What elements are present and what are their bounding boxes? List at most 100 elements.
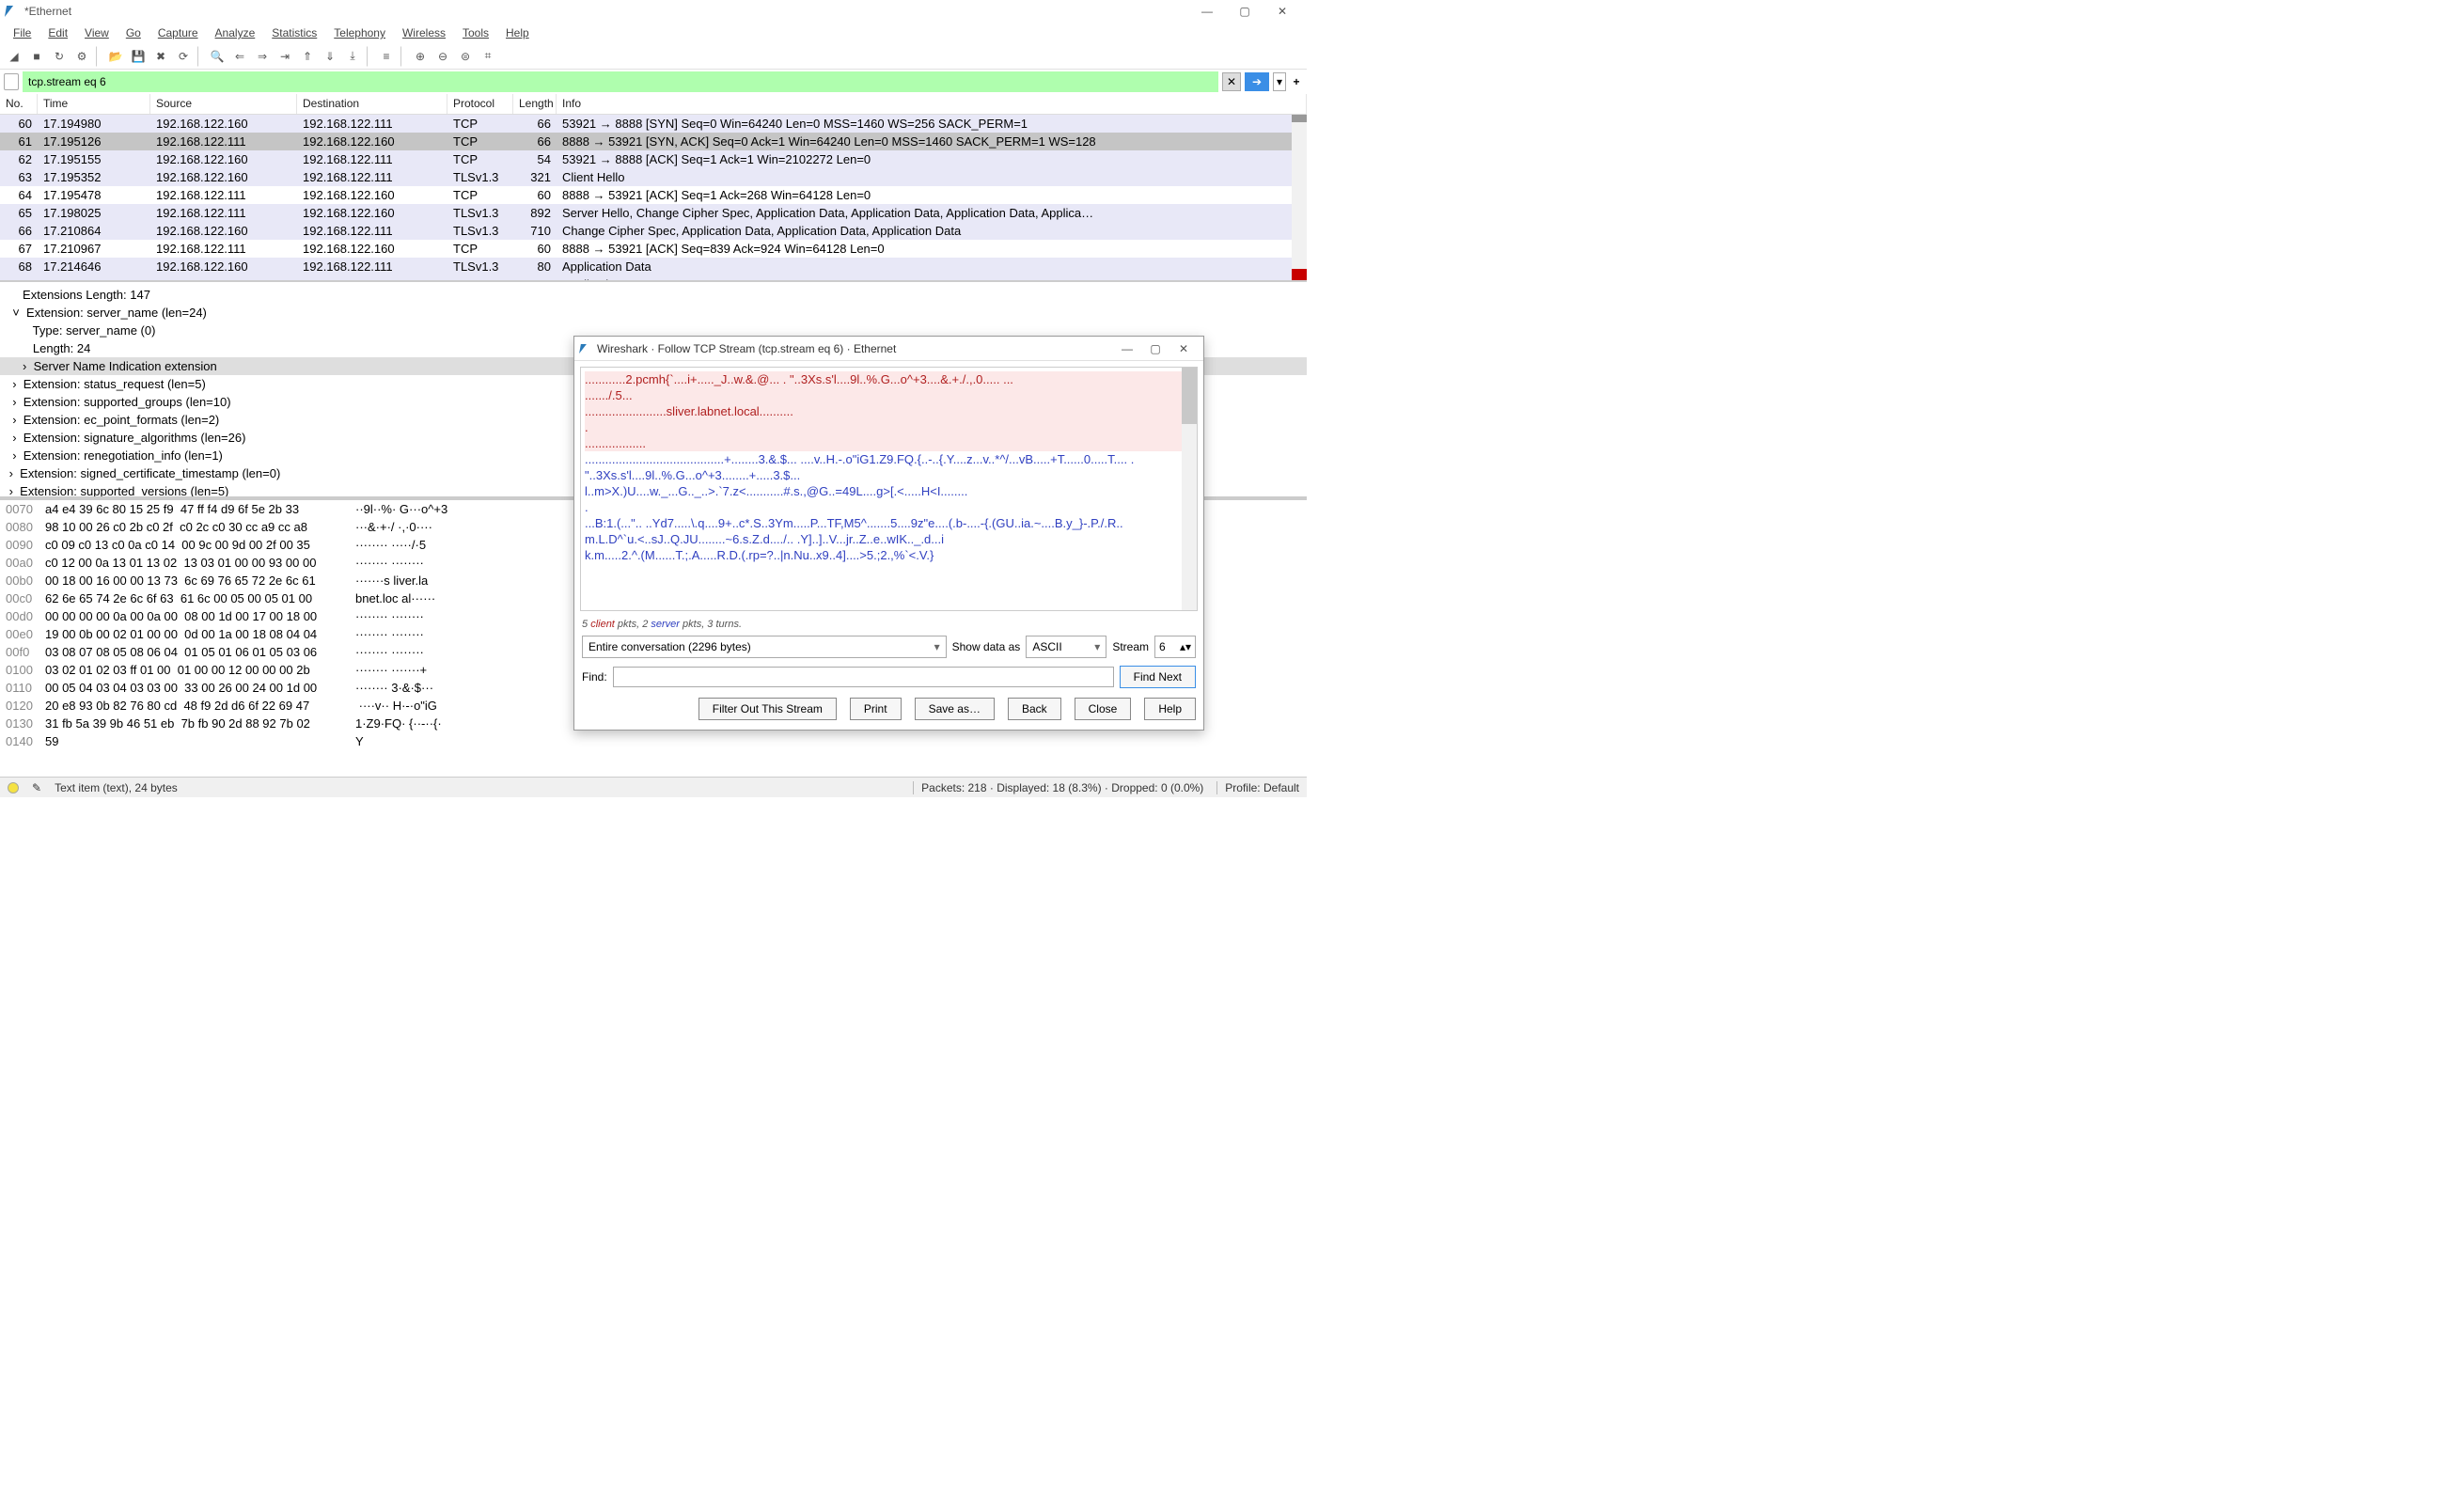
- server-data: .: [585, 499, 1193, 515]
- packet-row[interactable]: 6917.214663192.168.122.160192.168.122.11…: [0, 275, 1307, 280]
- go-first-icon[interactable]: ⇑: [297, 46, 318, 67]
- close-file-icon[interactable]: ✖: [150, 46, 171, 67]
- server-data: k.m.....2.^.(M......T.;.A.....R.D.(.rp=?…: [585, 547, 1193, 563]
- close-button[interactable]: ✕: [1263, 0, 1301, 23]
- menu-edit[interactable]: Edit: [40, 24, 75, 41]
- col-no[interactable]: No.: [0, 94, 38, 114]
- stream-number-spinner[interactable]: 6▴▾: [1154, 636, 1196, 658]
- col-length[interactable]: Length: [513, 94, 557, 114]
- follow-tcp-stream-dialog: Wireshark · Follow TCP Stream (tcp.strea…: [573, 336, 1204, 731]
- col-protocol[interactable]: Protocol: [447, 94, 513, 114]
- dialog-minimize-button[interactable]: —: [1113, 342, 1141, 355]
- stop-capture-icon[interactable]: ■: [26, 46, 47, 67]
- menu-go[interactable]: Go: [118, 24, 149, 41]
- menu-tools[interactable]: Tools: [455, 24, 496, 41]
- help-button[interactable]: Help: [1144, 698, 1196, 720]
- open-file-icon[interactable]: 📂: [105, 46, 126, 67]
- toolbar-separator: [367, 46, 372, 67]
- edit-icon[interactable]: ✎: [32, 781, 41, 794]
- filter-bookmark-icon[interactable]: [4, 73, 19, 90]
- restart-capture-icon[interactable]: ↻: [49, 46, 70, 67]
- server-data: ...B:1.(...".. ..Yd7.....\.q....9+..c*.S…: [585, 515, 1193, 531]
- packet-row[interactable]: 6317.195352192.168.122.160192.168.122.11…: [0, 168, 1307, 186]
- close-dialog-button[interactable]: Close: [1075, 698, 1132, 720]
- go-last-icon[interactable]: ⇓: [320, 46, 340, 67]
- print-button[interactable]: Print: [850, 698, 902, 720]
- filter-out-button[interactable]: Filter Out This Stream: [698, 698, 837, 720]
- find-input[interactable]: [613, 667, 1114, 687]
- options-icon[interactable]: ⚙: [71, 46, 92, 67]
- hex-row[interactable]: 014059 Y: [0, 732, 1307, 750]
- menu-capture[interactable]: Capture: [150, 24, 206, 41]
- server-data: ........................................…: [585, 451, 1193, 483]
- title-bar: *Ethernet — ▢ ✕: [0, 0, 1307, 23]
- conversation-selector[interactable]: Entire conversation (2296 bytes)▾: [582, 636, 947, 658]
- col-destination[interactable]: Destination: [297, 94, 447, 114]
- packet-row[interactable]: 6117.195126192.168.122.111192.168.122.16…: [0, 133, 1307, 150]
- zoom-reset-icon[interactable]: ⊜: [455, 46, 476, 67]
- add-filter-button[interactable]: +: [1290, 72, 1303, 91]
- status-packets: Packets: 218 · Displayed: 18 (8.3%) · Dr…: [913, 781, 1203, 794]
- col-source[interactable]: Source: [150, 94, 297, 114]
- apply-filter-icon[interactable]: ➔: [1245, 72, 1269, 91]
- menu-help[interactable]: Help: [498, 24, 537, 41]
- packet-list-pane: No. Time Source Destination Protocol Len…: [0, 94, 1307, 282]
- reload-icon[interactable]: ⟳: [173, 46, 194, 67]
- go-to-icon[interactable]: ⇥: [275, 46, 295, 67]
- window-title: *Ethernet: [24, 5, 1188, 18]
- zoom-in-icon[interactable]: ⊕: [410, 46, 431, 67]
- auto-scroll-icon[interactable]: ⤓: [342, 46, 363, 67]
- minimize-button[interactable]: —: [1188, 0, 1226, 23]
- save-as-button[interactable]: Save as…: [915, 698, 995, 720]
- server-data: m.L.D^`u.<..sJ..Q.JU........~6.s.Z.d....…: [585, 531, 1193, 547]
- dialog-title: Wireshark · Follow TCP Stream (tcp.strea…: [597, 342, 1113, 355]
- filter-history-dropdown[interactable]: ▾: [1273, 72, 1286, 91]
- menu-view[interactable]: View: [77, 24, 117, 41]
- packet-row[interactable]: 6617.210864192.168.122.160192.168.122.11…: [0, 222, 1307, 240]
- stream-stats: 5 client pkts, 2 server pkts, 3 turns.: [574, 617, 1203, 632]
- clear-filter-icon[interactable]: ✕: [1222, 72, 1241, 91]
- menu-file[interactable]: File: [6, 24, 39, 41]
- find-icon[interactable]: 🔍: [207, 46, 228, 67]
- stream-scrollbar[interactable]: [1182, 368, 1197, 610]
- col-info[interactable]: Info: [557, 94, 1307, 114]
- start-capture-icon[interactable]: ◢: [4, 46, 24, 67]
- tree-item[interactable]: Extensions Length: 147: [0, 286, 1307, 304]
- client-data: ........................sliver.labnet.lo…: [585, 403, 1193, 419]
- stream-content[interactable]: ............2.pcmh{`....i+....._J..w.&.@…: [580, 367, 1198, 611]
- packet-row[interactable]: 6817.214646192.168.122.160192.168.122.11…: [0, 258, 1307, 275]
- menu-wireless[interactable]: Wireless: [395, 24, 453, 41]
- packet-list-scrollbar[interactable]: [1292, 115, 1307, 280]
- tree-item-server-name[interactable]: ˅ Extension: server_name (len=24): [0, 304, 1307, 322]
- go-forward-icon[interactable]: ⇒: [252, 46, 273, 67]
- go-back-icon[interactable]: ⇐: [229, 46, 250, 67]
- packet-row[interactable]: 6217.195155192.168.122.160192.168.122.11…: [0, 150, 1307, 168]
- packet-row[interactable]: 6017.194980192.168.122.160192.168.122.11…: [0, 115, 1307, 133]
- back-button[interactable]: Back: [1008, 698, 1061, 720]
- display-filter-input[interactable]: [23, 71, 1218, 92]
- show-data-as-label: Show data as: [952, 640, 1021, 653]
- main-toolbar: ◢ ■ ↻ ⚙ 📂 💾 ✖ ⟳ 🔍 ⇐ ⇒ ⇥ ⇑ ⇓ ⤓ ≡ ⊕ ⊖ ⊜ ⌗: [0, 43, 1307, 70]
- maximize-button[interactable]: ▢: [1226, 0, 1263, 23]
- packet-row[interactable]: 6417.195478192.168.122.111192.168.122.16…: [0, 186, 1307, 204]
- menu-analyze[interactable]: Analyze: [208, 24, 263, 41]
- client-data: ............2.pcmh{`....i+....._J..w.&.@…: [585, 371, 1193, 387]
- packet-row[interactable]: 6517.198025192.168.122.111192.168.122.16…: [0, 204, 1307, 222]
- encoding-selector[interactable]: ASCII▾: [1026, 636, 1106, 658]
- find-next-button[interactable]: Find Next: [1120, 666, 1196, 688]
- filter-toolbar: ✕ ➔ ▾ +: [0, 70, 1307, 94]
- client-data: .: [585, 419, 1193, 435]
- menu-telephony[interactable]: Telephony: [326, 24, 393, 41]
- status-profile[interactable]: Profile: Default: [1216, 781, 1299, 794]
- dialog-maximize-button[interactable]: ▢: [1141, 342, 1169, 355]
- save-file-icon[interactable]: 💾: [128, 46, 149, 67]
- zoom-out-icon[interactable]: ⊖: [432, 46, 453, 67]
- colorize-icon[interactable]: ≡: [376, 46, 397, 67]
- dialog-close-button[interactable]: ✕: [1169, 342, 1198, 355]
- toolbar-separator: [96, 46, 102, 67]
- expert-info-icon[interactable]: [8, 782, 19, 794]
- packet-row[interactable]: 6717.210967192.168.122.111192.168.122.16…: [0, 240, 1307, 258]
- resize-columns-icon[interactable]: ⌗: [478, 46, 498, 67]
- col-time[interactable]: Time: [38, 94, 150, 114]
- menu-statistics[interactable]: Statistics: [264, 24, 324, 41]
